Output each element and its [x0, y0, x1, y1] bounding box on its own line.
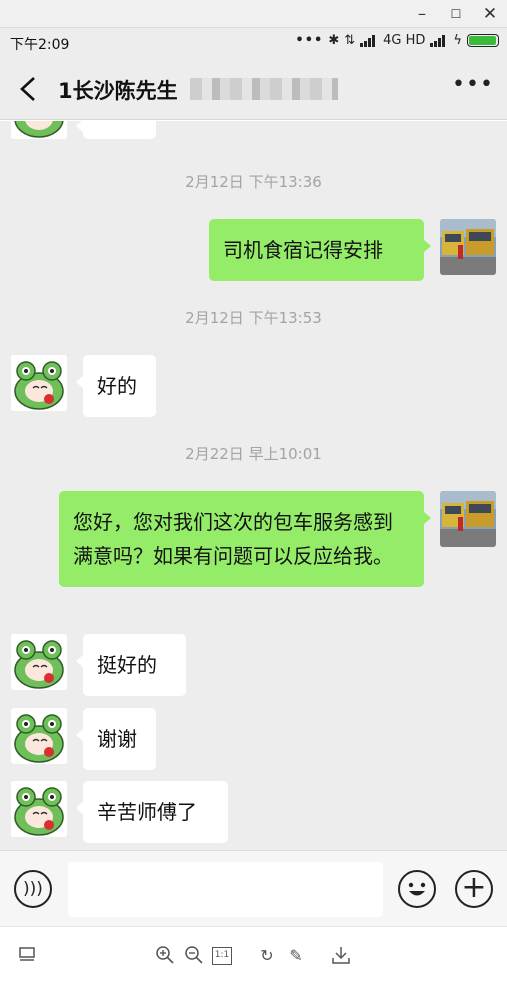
more-dots-status-icon: •••: [295, 33, 324, 48]
status-bar: 下午2:09 ••• ✱ ⇅ 4G HD ϟ: [0, 28, 507, 58]
input-bar: ))) +: [0, 850, 507, 926]
frog-avatar-icon: [11, 708, 67, 764]
contact-avatar[interactable]: [11, 708, 67, 764]
rotate-icon[interactable]: ↻: [256, 945, 278, 967]
battery-icon: [467, 34, 499, 47]
chat-area[interactable]: 2月12日 下午13:36 司机食宿记得安排 2月12日 下午13:53 好的 …: [0, 121, 507, 850]
more-dots-icon[interactable]: •••: [452, 74, 493, 100]
signal-icon-2: [430, 34, 448, 47]
edit-icon[interactable]: ✎: [285, 945, 307, 967]
viewer-toolbar: 1:1 ↻ ✎: [0, 926, 507, 988]
data-arrows-icon: ⇅: [344, 33, 356, 48]
message-bubble-sent[interactable]: 司机食宿记得安排: [209, 219, 431, 281]
charging-icon: ϟ: [453, 33, 462, 48]
status-icons: ••• ✱ ⇅ 4G HD ϟ: [295, 33, 499, 48]
frog-avatar-icon: [11, 781, 67, 837]
contact-avatar[interactable]: [11, 781, 67, 837]
my-avatar[interactable]: [440, 219, 496, 275]
timestamp: 2月22日 早上10:01: [185, 445, 322, 463]
message-bubble-received[interactable]: 辛苦师傅了: [76, 781, 228, 843]
actual-size-icon[interactable]: 1:1: [212, 947, 232, 965]
bus-photo-avatar-icon: [440, 491, 496, 547]
close-icon[interactable]: ✕: [480, 4, 500, 24]
window-title-bar: – ☐ ✕: [0, 0, 507, 28]
plus-icon[interactable]: +: [455, 870, 493, 908]
message-bubble-received[interactable]: 谢谢: [76, 708, 156, 770]
bluetooth-icon: ✱: [328, 33, 340, 48]
zoom-in-icon[interactable]: [154, 945, 176, 967]
chat-title: 1长沙陈先生: [58, 79, 178, 103]
frog-avatar-icon: [11, 634, 67, 690]
frog-avatar-icon: [11, 355, 67, 411]
signal-icon: [360, 34, 378, 47]
my-avatar[interactable]: [440, 491, 496, 547]
redacted-name: [190, 78, 338, 100]
status-time: 下午2:09: [10, 37, 70, 53]
contact-avatar[interactable]: [11, 634, 67, 690]
chat-header: 1长沙陈先生 •••: [0, 58, 507, 120]
emoji-icon[interactable]: [398, 870, 436, 908]
message-input[interactable]: [68, 862, 383, 917]
timestamp: 2月12日 下午13:53: [185, 309, 322, 327]
download-icon[interactable]: [330, 945, 352, 967]
timestamp: 2月12日 下午13:36: [185, 173, 322, 191]
network-label: 4G HD: [383, 33, 426, 48]
bus-photo-avatar-icon: [440, 219, 496, 275]
zoom-out-icon[interactable]: [183, 945, 205, 967]
battery-fill: [469, 36, 496, 45]
maximize-icon[interactable]: ☐: [446, 4, 466, 24]
monitor-icon[interactable]: [16, 945, 38, 967]
voice-icon[interactable]: ))): [14, 870, 52, 908]
message-bubble-received[interactable]: 挺好的: [76, 634, 186, 696]
chevron-left-icon[interactable]: [16, 74, 42, 104]
smile-icon: [408, 882, 426, 896]
contact-avatar[interactable]: [11, 121, 67, 139]
message-bubble-received[interactable]: 好的: [76, 355, 156, 417]
message-bubble-sent[interactable]: 您好，您对我们这次的包车服务感到满意吗？如果有问题可以反应给我。: [59, 491, 431, 587]
contact-avatar[interactable]: [11, 355, 67, 411]
frog-avatar-icon: [11, 121, 67, 139]
minimize-icon[interactable]: –: [412, 4, 432, 24]
message-bubble-partial[interactable]: [76, 121, 156, 139]
